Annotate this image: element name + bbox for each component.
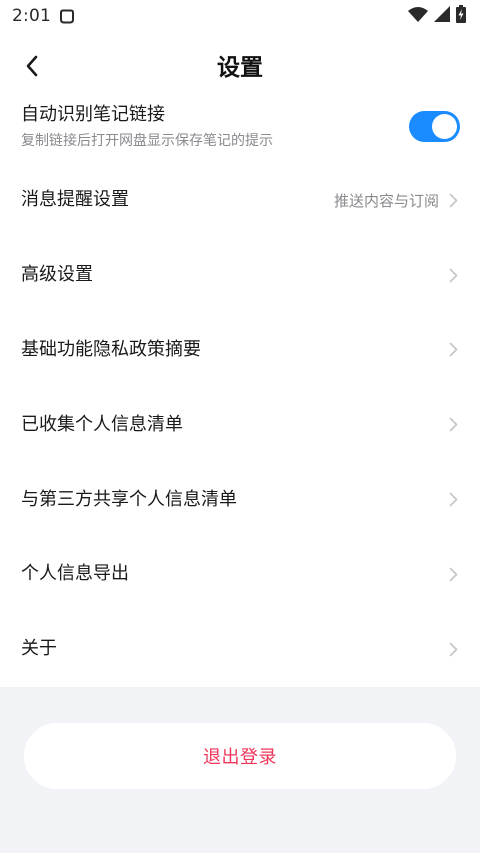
settings-item-label: 个人信息导出 [21, 563, 129, 585]
chevron-right-icon [449, 641, 459, 657]
chevron-right-icon [449, 492, 459, 508]
chevron-right-icon [449, 192, 459, 208]
settings-item-privacy-summary[interactable]: 基础功能隐私政策摘要 [0, 313, 480, 388]
settings-item-label: 高级设置 [21, 264, 93, 286]
settings-item-label: 已收集个人信息清单 [21, 413, 183, 435]
status-bar: 2:01 [0, 0, 480, 32]
settings-item-advanced[interactable]: 高级设置 [0, 238, 480, 313]
auto-link-row: 自动识别笔记链接 复制链接后打开网盘显示保存笔记的提示 [0, 97, 480, 163]
auto-link-description: 复制链接后打开网盘显示保存笔记的提示 [21, 133, 273, 149]
settings-item-third-party-sharing[interactable]: 与第三方共享个人信息清单 [0, 462, 480, 537]
logout-button[interactable]: 退出登录 [24, 723, 456, 789]
settings-item-label: 关于 [21, 638, 57, 660]
logout-label: 退出登录 [203, 747, 277, 768]
footer-area: 退出登录 [0, 687, 480, 853]
page-title: 设置 [217, 55, 263, 81]
auto-link-toggle[interactable] [409, 111, 460, 142]
settings-item-collected-info[interactable]: 已收集个人信息清单 [0, 387, 480, 462]
settings-item-about[interactable]: 关于 [0, 612, 480, 687]
settings-item-value: 推送内容与订阅 [333, 191, 439, 210]
chevron-right-icon [449, 342, 459, 358]
status-time: 2:01 [12, 6, 51, 26]
notification-icon [59, 9, 74, 24]
wifi-icon [408, 6, 428, 26]
chevron-right-icon [449, 566, 459, 582]
battery-charging-icon [456, 5, 466, 27]
auto-link-label: 自动识别笔记链接 [21, 104, 165, 125]
settings-item-label: 与第三方共享个人信息清单 [21, 488, 237, 510]
chevron-right-icon [449, 267, 459, 283]
app-header: 设置 [0, 44, 480, 92]
toggle-knob [432, 114, 457, 139]
cell-signal-icon [434, 6, 450, 26]
settings-item-label: 基础功能隐私政策摘要 [21, 338, 201, 360]
settings-item-label: 消息提醒设置 [21, 189, 129, 211]
chevron-right-icon [449, 417, 459, 433]
settings-item-export-info[interactable]: 个人信息导出 [0, 537, 480, 612]
settings-list: 自动识别笔记链接 复制链接后打开网盘显示保存笔记的提示 消息提醒设置 推送内容与… [0, 97, 480, 687]
settings-item-notifications[interactable]: 消息提醒设置 推送内容与订阅 [0, 163, 480, 238]
